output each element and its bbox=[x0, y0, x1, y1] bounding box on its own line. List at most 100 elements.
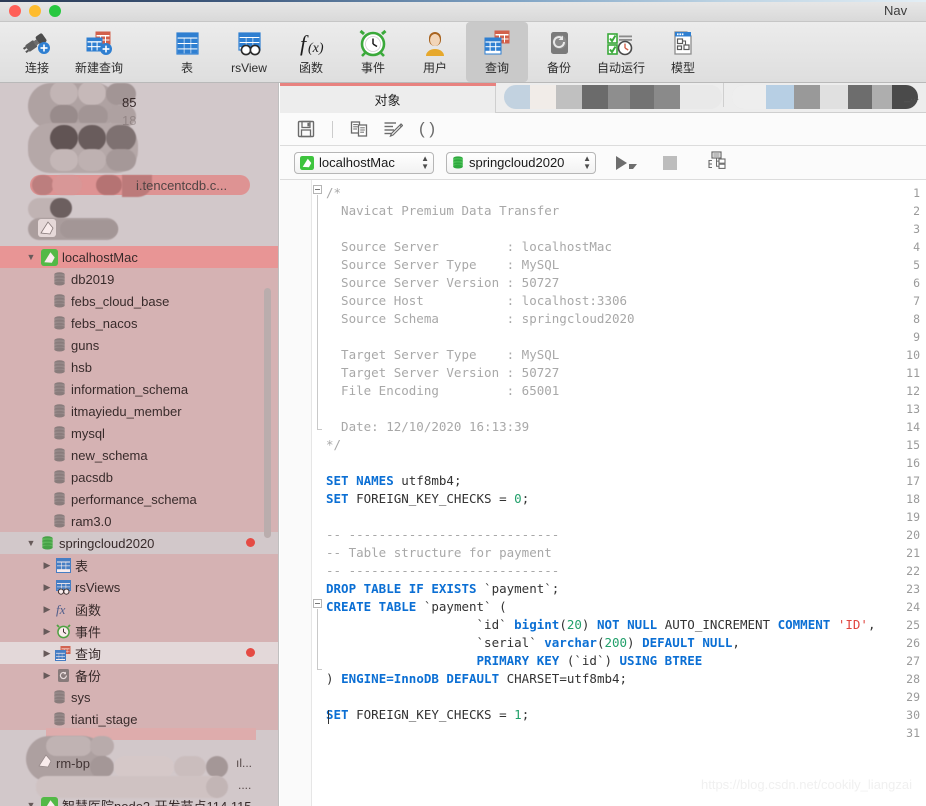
sidebar-item-springcloud2020[interactable]: ▼ springcloud2020 bbox=[0, 532, 279, 554]
sidebar-item-events[interactable]: ▶ 事件 bbox=[0, 620, 279, 642]
toolbar-item-automation[interactable]: 自动运行 bbox=[590, 22, 652, 82]
code-line[interactable]: */ bbox=[326, 436, 341, 454]
chevron-updown-icon[interactable]: ▲ ▼ bbox=[421, 154, 429, 171]
chevron-right-icon[interactable]: ▶ bbox=[40, 604, 54, 615]
code-line[interactable]: Date: 12/10/2020 16:13:39 bbox=[326, 418, 529, 436]
chevron-right-icon[interactable]: ▶ bbox=[40, 626, 54, 637]
sidebar-database-list[interactable]: db2019 febs_cloud_base febs_nacos guns h… bbox=[0, 268, 279, 730]
toolbar-item-new-query[interactable]: 新建查询 bbox=[68, 22, 130, 82]
minimize-button[interactable] bbox=[29, 4, 41, 17]
format-edit-icon[interactable] bbox=[381, 117, 405, 141]
toolbar-item-query[interactable]: 查询 bbox=[466, 22, 528, 82]
toolbar-item-backup[interactable]: 备份 bbox=[528, 22, 590, 82]
sidebar-item-febs-nacos[interactable]: febs_nacos bbox=[0, 312, 279, 334]
sidebar-item-new-schema[interactable]: new_schema bbox=[0, 444, 279, 466]
code-token: FOREIGN_KEY_CHECKS = bbox=[348, 491, 515, 506]
code-line[interactable]: CREATE TABLE `payment` ( bbox=[326, 598, 507, 616]
database-open-icon bbox=[38, 536, 56, 550]
toolbar-item-user[interactable]: 用户 bbox=[404, 22, 466, 82]
code-line[interactable]: /* bbox=[326, 184, 341, 202]
sidebar-item-queries[interactable]: ▶ 查询 bbox=[0, 642, 279, 664]
toolbar-item-event[interactable]: 事件 bbox=[342, 22, 404, 82]
chevron-right-icon[interactable]: ▶ bbox=[40, 560, 54, 571]
chevron-down-icon[interactable]: ▼ bbox=[24, 800, 38, 806]
sidebar-item-itmayiedu-member[interactable]: itmayiedu_member bbox=[0, 400, 279, 422]
connection-select-value: localhostMac bbox=[319, 155, 395, 170]
chevron-down-icon[interactable]: ▼ bbox=[24, 252, 38, 262]
fold-toggle-comment[interactable] bbox=[313, 185, 322, 194]
tab-blurred-1[interactable] bbox=[504, 83, 722, 113]
code-line[interactable]: SET NAMES utf8mb4; bbox=[326, 472, 461, 490]
connection-sidebar[interactable]: 85 18 i.tencentcdb.c... ▼ localhostMac d… bbox=[0, 83, 279, 806]
toolbar-label: 事件 bbox=[360, 61, 385, 75]
chevron-updown-icon[interactable]: ▲ ▼ bbox=[583, 154, 591, 171]
chevron-down-icon[interactable]: ▼ bbox=[24, 538, 38, 548]
code-line[interactable]: Navicat Premium Data Transfer bbox=[326, 202, 559, 220]
code-line[interactable]: Source Server Version : 50727 bbox=[326, 274, 559, 292]
sidebar-item-functions[interactable]: ▶ fx 函数 bbox=[0, 598, 279, 620]
mysql-connection-icon bbox=[40, 796, 58, 806]
sidebar-item-guns[interactable]: guns bbox=[0, 334, 279, 356]
save-icon[interactable] bbox=[294, 117, 318, 141]
sidebar-item-pacsdb[interactable]: pacsdb bbox=[0, 466, 279, 488]
chevron-right-icon[interactable]: ▶ bbox=[40, 648, 54, 659]
toolbar-item-rsview[interactable]: rsView bbox=[218, 22, 280, 82]
sidebar-item-backups[interactable]: ▶ 备份 bbox=[0, 664, 279, 686]
explain-plan-icon[interactable] bbox=[707, 151, 727, 174]
sql-editor[interactable]: 1 2 3 4 5 6 7 8 9 10 11 12 13 14 15 16 17 18 19 20 21 22 23 24 2… bbox=[280, 180, 926, 806]
code-line[interactable]: Source Schema : springcloud2020 bbox=[326, 310, 635, 328]
toolbar-item-function[interactable]: f (x) 函数 bbox=[280, 22, 342, 82]
code-line[interactable]: SET FOREIGN_KEY_CHECKS = 1; bbox=[326, 706, 529, 724]
code-token: Date: 12/10/2020 16:13:39 bbox=[326, 419, 530, 434]
connection-select[interactable]: localhostMac ▲ ▼ bbox=[294, 151, 434, 174]
chevron-right-icon[interactable]: ▶ bbox=[40, 670, 54, 681]
code-line[interactable]: `id` bigint(20) NOT NULL AUTO_INCREMENT … bbox=[326, 616, 876, 634]
sidebar-item-rsviews[interactable]: ▶ rsViews bbox=[0, 576, 279, 598]
code-line[interactable]: Source Server : localhostMac bbox=[326, 238, 612, 256]
tab-blurred-2[interactable]: _... bbox=[732, 83, 922, 113]
code-line[interactable]: SET FOREIGN_KEY_CHECKS = 0; bbox=[326, 490, 529, 508]
close-button[interactable] bbox=[9, 4, 21, 17]
sidebar-item-tianti-stage[interactable]: tianti_stage bbox=[0, 708, 279, 730]
chevron-right-icon[interactable]: ▶ bbox=[40, 582, 54, 593]
code-line[interactable]: PRIMARY KEY (`id`) USING BTREE bbox=[326, 652, 703, 670]
code-content[interactable]: /* Navicat Premium Data Transfer Source … bbox=[326, 180, 926, 806]
sidebar-item-ram30[interactable]: ram3.0 bbox=[0, 510, 279, 532]
toolbar-item-table[interactable]: 表 bbox=[156, 22, 218, 82]
run-icon[interactable] bbox=[616, 155, 637, 170]
code-line[interactable]: ) ENGINE=InnoDB DEFAULT CHARSET=utf8mb4; bbox=[326, 670, 627, 688]
code-line[interactable]: -- ---------------------------- bbox=[326, 562, 559, 580]
code-line[interactable]: Target Server Version : 50727 bbox=[326, 364, 559, 382]
zoom-button[interactable] bbox=[49, 4, 61, 17]
fold-column[interactable] bbox=[313, 180, 327, 806]
sidebar-item-hsb[interactable]: hsb bbox=[0, 356, 279, 378]
sidebar-item-db2019[interactable]: db2019 bbox=[0, 268, 279, 290]
sidebar-item-febs-cloud-base[interactable]: febs_cloud_base bbox=[0, 290, 279, 312]
copy-icon[interactable] bbox=[347, 117, 371, 141]
sidebar-connection-last[interactable]: ▼ 智慧医院node2-开发节点114.115 bbox=[0, 794, 279, 806]
code-line[interactable]: -- ---------------------------- bbox=[326, 526, 559, 544]
sidebar-scrollbar[interactable] bbox=[264, 288, 271, 538]
code-line[interactable]: Source Host : localhost:3306 bbox=[326, 292, 627, 310]
code-line[interactable]: Target Server Type : MySQL bbox=[326, 346, 559, 364]
sidebar-item-performance-schema[interactable]: performance_schema bbox=[0, 488, 279, 510]
code-token: 1 bbox=[514, 707, 522, 722]
code-line[interactable]: -- Table structure for payment bbox=[326, 544, 552, 562]
code-line[interactable]: Source Server Type : MySQL bbox=[326, 256, 559, 274]
code-line[interactable]: `serial` varchar(200) DEFAULT NULL, bbox=[326, 634, 740, 652]
sidebar-item-tables[interactable]: ▶ 表 bbox=[0, 554, 279, 576]
code-line[interactable]: File Encoding : 65001 bbox=[326, 382, 559, 400]
sidebar-connection-localhostmac[interactable]: ▼ localhostMac bbox=[0, 246, 279, 268]
sidebar-item-mysql[interactable]: mysql bbox=[0, 422, 279, 444]
code-line[interactable]: DROP TABLE IF EXISTS `payment`; bbox=[326, 580, 559, 598]
fold-toggle-create[interactable] bbox=[313, 599, 322, 608]
sidebar-item-label: rsViews bbox=[75, 579, 121, 595]
toolbar-item-model[interactable]: 模型 bbox=[652, 22, 714, 82]
sidebar-item-label: 查询 bbox=[75, 646, 102, 662]
parentheses-icon[interactable]: ( ) bbox=[415, 117, 439, 141]
tab-objects[interactable]: 对象 bbox=[280, 86, 496, 113]
sidebar-item-information-schema[interactable]: information_schema bbox=[0, 378, 279, 400]
database-select[interactable]: springcloud2020 ▲ ▼ bbox=[446, 151, 596, 174]
sidebar-item-sys[interactable]: sys bbox=[0, 686, 279, 708]
toolbar-item-connection[interactable]: 连接 bbox=[6, 22, 68, 82]
